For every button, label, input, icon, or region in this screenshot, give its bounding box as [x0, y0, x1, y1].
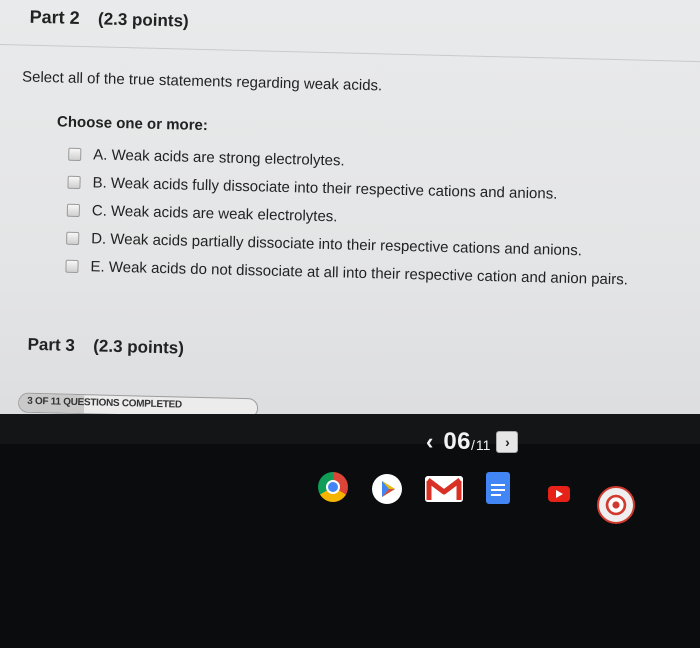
option-c-checkbox[interactable] — [66, 203, 81, 217]
footer-bar — [0, 414, 700, 444]
browser-viewport: Part 2 (2.3 points) Select all of the tr… — [0, 0, 700, 430]
play-store-icon[interactable] — [372, 474, 402, 504]
page-separator: / — [471, 437, 475, 453]
question-pager: ‹ 06 / 11 › — [426, 428, 519, 456]
part-2-header: Part 2 (2.3 points) — [29, 7, 189, 32]
option-b[interactable]: B. Weak acids fully dissociate into thei… — [67, 172, 558, 204]
part-3-points: (2.3 points) — [93, 336, 185, 358]
option-d-label[interactable]: D. Weak acids partially dissociate into … — [91, 230, 582, 259]
option-b-checkbox[interactable] — [67, 175, 81, 189]
option-d-checkbox[interactable] — [66, 231, 80, 245]
question-content: Part 2 (2.3 points) Select all of the tr… — [0, 0, 700, 430]
option-c[interactable]: C. Weak acids are weak electrolytes. — [66, 200, 338, 227]
part-2-points: (2.3 points) — [97, 9, 189, 31]
gmail-icon[interactable] — [425, 476, 463, 502]
divider — [0, 43, 700, 63]
option-d[interactable]: D. Weak acids partially dissociate into … — [66, 228, 582, 261]
app-shelf — [0, 460, 700, 524]
option-b-label[interactable]: B. Weak acids fully dissociate into thei… — [92, 174, 557, 202]
option-c-label[interactable]: C. Weak acids are weak electrolytes. — [92, 202, 338, 225]
question-prompt: Select all of the true statements regard… — [21, 68, 383, 95]
option-e-checkbox[interactable] — [65, 259, 79, 273]
youtube-icon[interactable] — [548, 486, 570, 502]
option-a-checkbox[interactable] — [68, 147, 82, 161]
chevron-right-icon[interactable]: › — [496, 431, 519, 453]
option-a-label[interactable]: A. Weak acids are strong electrolytes. — [93, 146, 345, 169]
part-2-number: Part 2 — [29, 6, 80, 28]
option-e[interactable]: E. Weak acids do not dissociate at all i… — [65, 256, 628, 290]
chevron-left-icon[interactable]: ‹ — [426, 431, 433, 453]
current-question: 06 — [443, 428, 472, 455]
part-3-number: Part 3 — [27, 334, 76, 355]
option-e-label[interactable]: E. Weak acids do not dissociate at all i… — [90, 258, 628, 288]
part-3-header[interactable]: Part 3 (2.3 points) — [27, 335, 184, 359]
choose-instruction: Choose one or more: — [56, 113, 209, 135]
docs-icon[interactable] — [486, 472, 510, 504]
option-a[interactable]: A. Weak acids are strong electrolytes. — [68, 144, 345, 171]
chrome-icon[interactable] — [318, 472, 348, 502]
total-questions: 11 — [475, 437, 491, 453]
camera-icon[interactable] — [597, 486, 635, 524]
